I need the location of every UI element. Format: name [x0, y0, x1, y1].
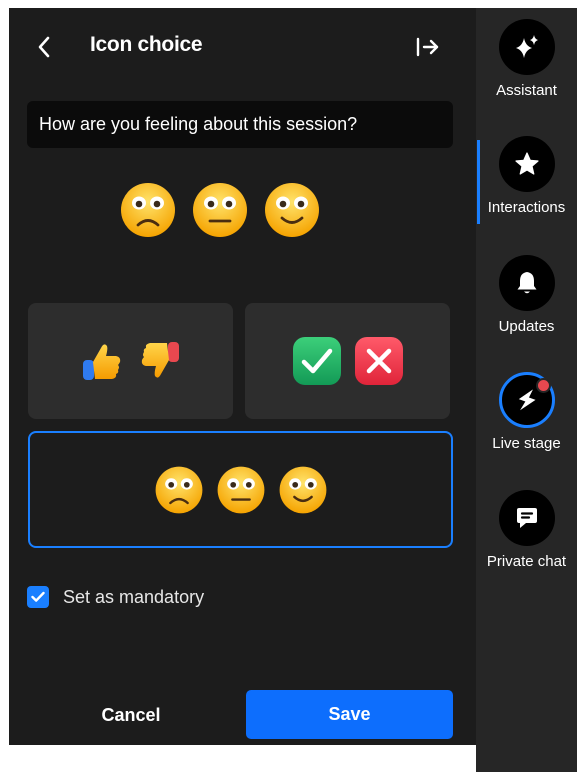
save-button[interactable]: Save [246, 690, 453, 739]
assistant-icon-circle [498, 19, 555, 75]
rail-item-private-chat[interactable]: Private chat [476, 490, 577, 570]
smiling-face-icon [265, 183, 319, 237]
checkmark-icon [31, 591, 45, 602]
question-text: How are you feeling about this session? [39, 114, 358, 134]
private-chat-icon-circle [498, 490, 555, 546]
frowning-face-icon [155, 466, 202, 513]
frowning-face-icon [121, 183, 175, 237]
thumbs-down-icon [141, 342, 179, 378]
star-icon [514, 152, 539, 175]
rail-item-interactions[interactable]: Interactions [476, 136, 577, 216]
bell-icon [517, 272, 536, 294]
page-title: Icon choice [90, 33, 203, 56]
smiling-face-icon [279, 466, 326, 513]
chevron-left-icon [38, 36, 50, 58]
live-stage-icon-circle [498, 372, 555, 428]
icon-option-check-cross[interactable] [245, 303, 450, 419]
mandatory-toggle[interactable]: Set as mandatory [27, 586, 204, 608]
back-button[interactable] [29, 27, 59, 67]
interactions-icon-circle [498, 136, 555, 192]
question-field[interactable]: How are you feeling about this session? [27, 101, 453, 148]
rail-item-updates[interactable]: Updates [476, 255, 577, 335]
rail-label-private-chat: Private chat [486, 553, 567, 570]
notification-dot [535, 378, 551, 393]
check-mark-icon [292, 337, 341, 385]
rail-label-updates: Updates [498, 318, 555, 335]
icon-option-faces[interactable] [28, 431, 453, 548]
rail-item-live-stage[interactable]: Live stage [476, 372, 577, 452]
rail-item-assistant[interactable]: Assistant [476, 19, 577, 99]
rail-label-assistant: Assistant [496, 82, 557, 99]
cross-mark-icon [354, 337, 403, 385]
mandatory-checkbox[interactable] [27, 586, 49, 608]
thumbs-up-icon [82, 344, 120, 380]
neutral-face-icon [193, 183, 247, 237]
mandatory-label: Set as mandatory [63, 586, 205, 607]
lightning-icon [518, 389, 536, 411]
updates-icon-circle [498, 255, 555, 311]
sparkles-icon [515, 35, 538, 58]
chat-bubble-icon [516, 508, 537, 528]
icon-option-thumbs[interactable] [28, 303, 233, 419]
cancel-button[interactable]: Cancel [42, 691, 220, 739]
icon-preview [118, 180, 322, 240]
rail-label-live-stage: Live stage [492, 435, 561, 452]
collapse-panel-button[interactable] [410, 29, 446, 65]
rail-label-interactions: Interactions [487, 199, 566, 216]
arrow-right-to-bar-icon [416, 37, 439, 57]
neutral-face-icon [217, 466, 264, 513]
